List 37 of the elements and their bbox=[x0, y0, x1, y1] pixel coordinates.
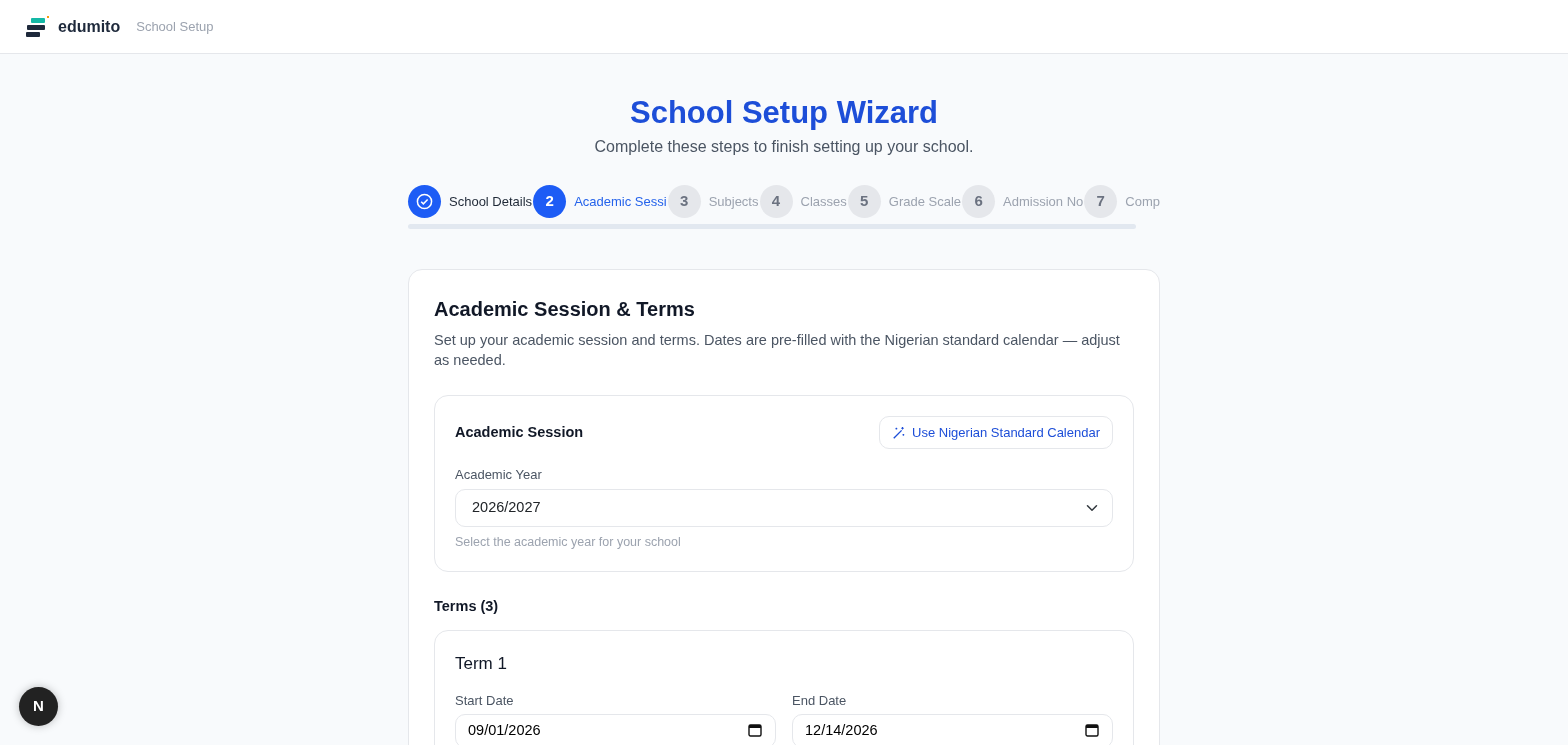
terms-heading: Terms (3) bbox=[434, 597, 500, 617]
calendar-icon[interactable] bbox=[1085, 723, 1099, 738]
brand-name[interactable]: edumito bbox=[58, 14, 121, 39]
step-done-circle[interactable] bbox=[408, 185, 441, 219]
check-icon bbox=[416, 193, 433, 211]
academic-year-select[interactable]: 2026/2027 bbox=[455, 488, 1113, 527]
step-number[interactable]: 5 bbox=[847, 185, 881, 219]
term-title: Term 1 bbox=[455, 653, 508, 676]
step-number[interactable]: 2 bbox=[533, 185, 567, 219]
field-label: End Date bbox=[792, 691, 848, 710]
end-date-field[interactable]: 12/14/2026 bbox=[792, 714, 1113, 745]
standard-calendar-button[interactable]: Use Nigerian Standard Calendar bbox=[879, 415, 1113, 450]
step-label[interactable]: Comp bbox=[1125, 191, 1160, 212]
section-title: School Setup bbox=[136, 17, 214, 36]
calendar-icon[interactable] bbox=[748, 723, 762, 738]
card-description: Set up your academic session and terms. Dates are pre-filled with the Nigerian standard calendar — adjust as needed. bbox=[434, 331, 1121, 371]
magic-wand-icon bbox=[892, 425, 907, 440]
wizard-subtitle: Complete these steps to finish setting up your school. bbox=[593, 137, 975, 158]
step-label[interactable]: School Details bbox=[449, 191, 533, 212]
step-number[interactable]: 4 bbox=[759, 185, 793, 219]
wizard-title: School Setup Wizard bbox=[629, 94, 939, 132]
card-title: Academic Session & Terms bbox=[434, 297, 696, 323]
start-date-field[interactable]: 09/01/2026 bbox=[455, 714, 776, 745]
help-text: Select the academic year for your school bbox=[455, 533, 682, 551]
dev-tools-badge[interactable]: N bbox=[19, 687, 58, 726]
step-label[interactable]: Admission No bbox=[1003, 191, 1084, 212]
step-label[interactable]: Grade Scale bbox=[888, 191, 962, 212]
field-label: Start Date bbox=[455, 691, 515, 710]
step-number[interactable]: 3 bbox=[667, 185, 701, 219]
field-label: Academic Year bbox=[455, 466, 543, 485]
step-label[interactable]: Academic Sessi bbox=[574, 191, 667, 212]
session-title: Academic Session bbox=[455, 422, 584, 442]
step-number[interactable]: 7 bbox=[1084, 185, 1118, 219]
logo-icon bbox=[26, 15, 50, 38]
step-number[interactable]: 6 bbox=[962, 185, 996, 219]
step-label[interactable]: Classes bbox=[800, 191, 847, 212]
step-label[interactable]: Subjects bbox=[708, 191, 759, 212]
